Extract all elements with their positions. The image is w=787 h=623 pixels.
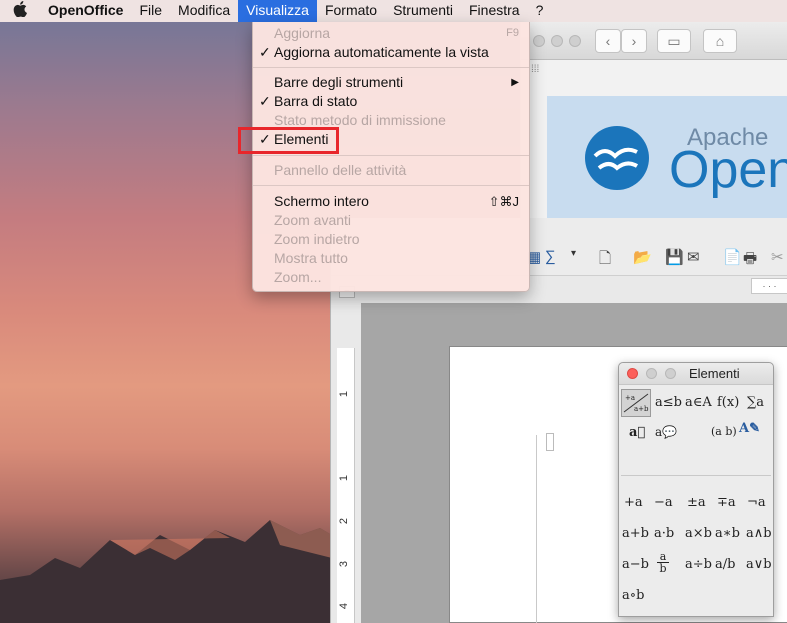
menu-item-aggiorna-auto[interactable]: ✓ Aggiorna automaticamente la vista <box>253 43 529 62</box>
back-button[interactable]: ‹ <box>595 29 621 53</box>
symbol-a-or-b[interactable]: a∨b <box>746 557 772 572</box>
menu-modifica[interactable]: Modifica <box>170 0 238 22</box>
symbol-plusminus-a[interactable]: ±a <box>687 495 706 510</box>
divider <box>621 475 771 476</box>
category-brackets[interactable]: (a b) <box>711 425 737 438</box>
menu-finestra[interactable]: Finestra <box>461 0 528 22</box>
home-icon[interactable]: ⌂ <box>703 29 737 53</box>
symbol-a-circ-b[interactable]: a∘b <box>622 588 644 603</box>
grip-icon: ⁞⁞⁞ <box>531 64 540 75</box>
elements-panel-titlebar[interactable]: Elementi <box>619 363 773 385</box>
ruler-number: 1 <box>338 474 351 482</box>
menu-separator <box>253 185 529 186</box>
symbol-a-and-b[interactable]: a∧b <box>746 526 772 541</box>
app-menu-openoffice[interactable]: OpenOffice <box>40 0 131 22</box>
menu-item-schermo-intero[interactable]: Schermo intero ⇧⌘J <box>253 192 529 211</box>
checkmark-icon: ✓ <box>259 44 271 60</box>
openoffice-banner: Apache Open <box>547 96 787 222</box>
symbol-not-a[interactable]: ¬a <box>747 495 766 510</box>
submenu-arrow-icon: ▶ <box>511 77 519 88</box>
forward-button[interactable]: › <box>621 29 647 53</box>
symbol-plus-a[interactable]: +a <box>624 495 643 510</box>
category-functions[interactable]: f(x) <box>717 395 739 410</box>
symbol-minusplus-a[interactable]: ∓a <box>717 495 736 510</box>
menu-item-zoom-indietro[interactable]: Zoom indietro <box>253 230 529 249</box>
highlight-annotation <box>238 127 339 154</box>
cut-icon[interactable]: ✂ <box>771 248 784 266</box>
symbol-a-minus-b[interactable]: a−b <box>622 557 649 572</box>
menu-item-aggiorna[interactable]: Aggiorna F9 <box>253 24 529 43</box>
symbol-a-ast-b[interactable]: a∗b <box>715 526 740 541</box>
text-boundary <box>536 435 537 623</box>
sidebar-icon[interactable]: ▭ <box>657 29 691 53</box>
open-folder-icon[interactable]: 📂 <box>633 248 652 266</box>
ruler-number: 4 <box>338 602 351 610</box>
symbol-minus-a[interactable]: −a <box>654 495 673 510</box>
apple-icon[interactable] <box>0 0 40 22</box>
sum-icon[interactable]: ∑ <box>545 248 556 265</box>
menu-item-barre-strumenti[interactable]: Barre degli strumenti ▶ <box>253 73 529 92</box>
symbol-fraction-a-b[interactable]: ab <box>657 551 669 574</box>
toolbar-overflow-icon[interactable]: ▾ <box>571 248 576 259</box>
menu-help[interactable]: ? <box>528 0 552 22</box>
category-formats-icon[interactable]: A✎ <box>739 421 760 436</box>
elements-panel: Elementi +a a+b a≤b a∈A f(x) ∑a a⃗ a💬 (a … <box>618 362 774 617</box>
category-unary-binary[interactable]: +a a+b <box>621 389 651 417</box>
symbol-a-times-b[interactable]: a×b <box>685 526 712 541</box>
start-center-window: ‹ › ▭ ⌂ ⁞⁞⁞ Apache Open <box>520 22 787 222</box>
window-titlebar: ‹ › ▭ ⌂ <box>521 22 787 60</box>
open-text: Open <box>669 141 787 199</box>
openoffice-gull-logo-icon <box>585 126 649 190</box>
print-icon[interactable]: 🖶 <box>743 248 757 273</box>
menu-visualizza[interactable]: Visualizza <box>238 0 317 22</box>
export-pdf-icon[interactable]: 📄 <box>723 248 742 266</box>
menu-item-zoom[interactable]: Zoom... <box>253 268 529 287</box>
close-panel-button[interactable] <box>627 368 638 379</box>
menu-bar: OpenOffice File Modifica Visualizza Form… <box>0 0 787 22</box>
menu-item-pannello-attivita[interactable]: Pannello delle attività <box>253 161 529 180</box>
svg-text:+a: +a <box>625 394 635 402</box>
menu-separator <box>253 67 529 68</box>
new-document-icon[interactable]: 🗋 <box>599 248 611 273</box>
symbol-a-plus-b[interactable]: a+b <box>622 526 649 541</box>
save-icon[interactable]: 💾 <box>665 248 684 266</box>
horizontal-ruler: · · · <box>751 278 787 294</box>
ruler-number: 3 <box>338 560 351 568</box>
category-relations[interactable]: a≤b <box>655 395 682 410</box>
symbol-a-div-b[interactable]: a÷b <box>685 557 712 572</box>
mail-icon[interactable]: ✉ <box>687 248 700 266</box>
menu-formato[interactable]: Formato <box>317 0 385 22</box>
minimize-panel-button[interactable] <box>646 368 657 379</box>
ruler-number: 2 <box>338 517 351 525</box>
formula-placeholder[interactable] <box>546 433 554 451</box>
close-window-button[interactable] <box>533 35 545 47</box>
zoom-panel-button[interactable] <box>665 368 676 379</box>
category-operators[interactable]: ∑a <box>747 395 764 410</box>
visualizza-menu: Aggiorna F9 ✓ Aggiorna automaticamente l… <box>252 22 530 292</box>
menu-strumenti[interactable]: Strumenti <box>385 0 461 22</box>
mountain-silhouette <box>0 520 340 623</box>
category-attributes[interactable]: a⃗ <box>629 425 645 440</box>
zoom-window-button[interactable] <box>569 35 581 47</box>
checkmark-icon: ✓ <box>259 93 271 109</box>
menu-item-mostra-tutto[interactable]: Mostra tutto <box>253 249 529 268</box>
svg-text:a+b: a+b <box>634 405 649 413</box>
symbol-a-slash-b[interactable]: a/b <box>715 557 735 572</box>
elements-panel-title: Elementi <box>689 366 740 381</box>
menu-item-zoom-avanti[interactable]: Zoom avanti <box>253 211 529 230</box>
minimize-window-button[interactable] <box>551 35 563 47</box>
vertical-ruler: 1 1 2 3 4 <box>337 348 355 623</box>
category-others[interactable]: a💬 <box>655 425 677 439</box>
menu-item-barra-stato[interactable]: ✓ Barra di stato <box>253 92 529 111</box>
menu-file[interactable]: File <box>131 0 170 22</box>
ruler-number: 1 <box>338 390 351 398</box>
symbol-a-cdot-b[interactable]: a·b <box>654 526 674 541</box>
menu-separator <box>253 155 529 156</box>
category-set-operations[interactable]: a∈A <box>685 395 712 410</box>
